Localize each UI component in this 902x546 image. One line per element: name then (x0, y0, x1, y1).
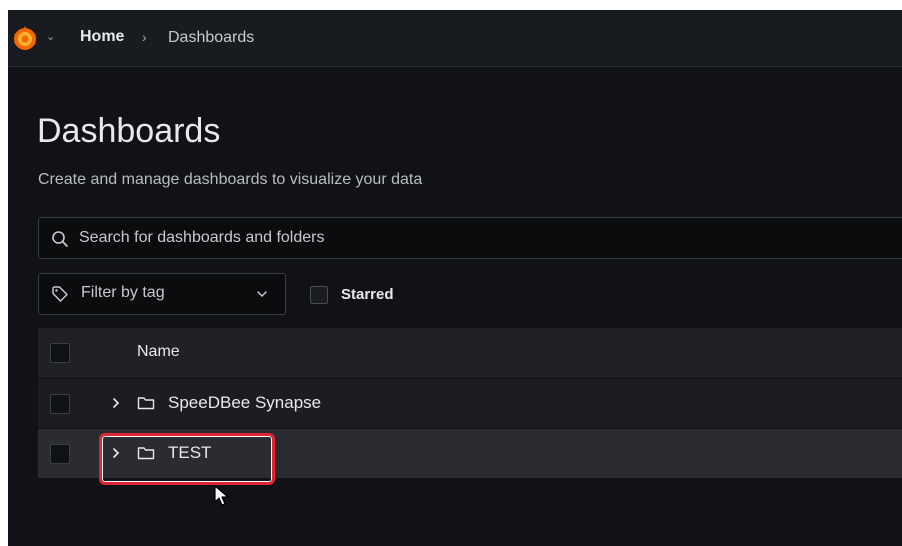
folder-icon (137, 397, 155, 410)
page-subtitle: Create and manage dashboards to visualiz… (38, 171, 423, 188)
chevron-right-icon[interactable] (110, 446, 122, 460)
grafana-window: ⌄ Home › Dashboards Dashboards Create an… (8, 10, 902, 546)
column-header-name[interactable]: Name (137, 343, 180, 361)
folder-name[interactable]: TEST (168, 443, 211, 463)
grafana-logo-icon[interactable] (10, 24, 40, 54)
tag-icon (52, 286, 68, 302)
table-row[interactable]: SpeeDBee Synapse (38, 379, 902, 429)
breadcrumb-separator-icon: › (142, 29, 147, 45)
tag-filter-select[interactable]: Filter by tag (38, 273, 286, 315)
mouse-cursor-icon (214, 485, 229, 506)
starred-label[interactable]: Starred (341, 286, 394, 303)
tag-filter-label: Filter by tag (81, 284, 165, 301)
chevron-right-icon[interactable] (110, 396, 122, 410)
select-all-checkbox[interactable] (50, 343, 70, 363)
search-box[interactable] (38, 217, 902, 259)
chevron-down-icon (257, 291, 267, 298)
table-header-row: Name (38, 328, 902, 379)
row-checkbox[interactable] (50, 444, 70, 464)
dashboard-table: Name SpeeDBee Synapse TEST (38, 328, 902, 479)
search-input[interactable] (75, 218, 883, 258)
starred-checkbox[interactable] (310, 286, 328, 304)
folder-name[interactable]: SpeeDBee Synapse (168, 393, 321, 413)
row-checkbox[interactable] (50, 394, 70, 414)
table-row[interactable]: TEST (38, 429, 902, 479)
breadcrumb-current: Dashboards (168, 29, 255, 46)
search-icon (52, 231, 68, 247)
breadcrumb-home[interactable]: Home (80, 28, 124, 46)
top-bar: ⌄ Home › Dashboards (8, 10, 902, 67)
menu-caret-icon[interactable]: ⌄ (46, 30, 55, 43)
page-title: Dashboards (37, 112, 221, 150)
folder-icon (137, 447, 155, 460)
